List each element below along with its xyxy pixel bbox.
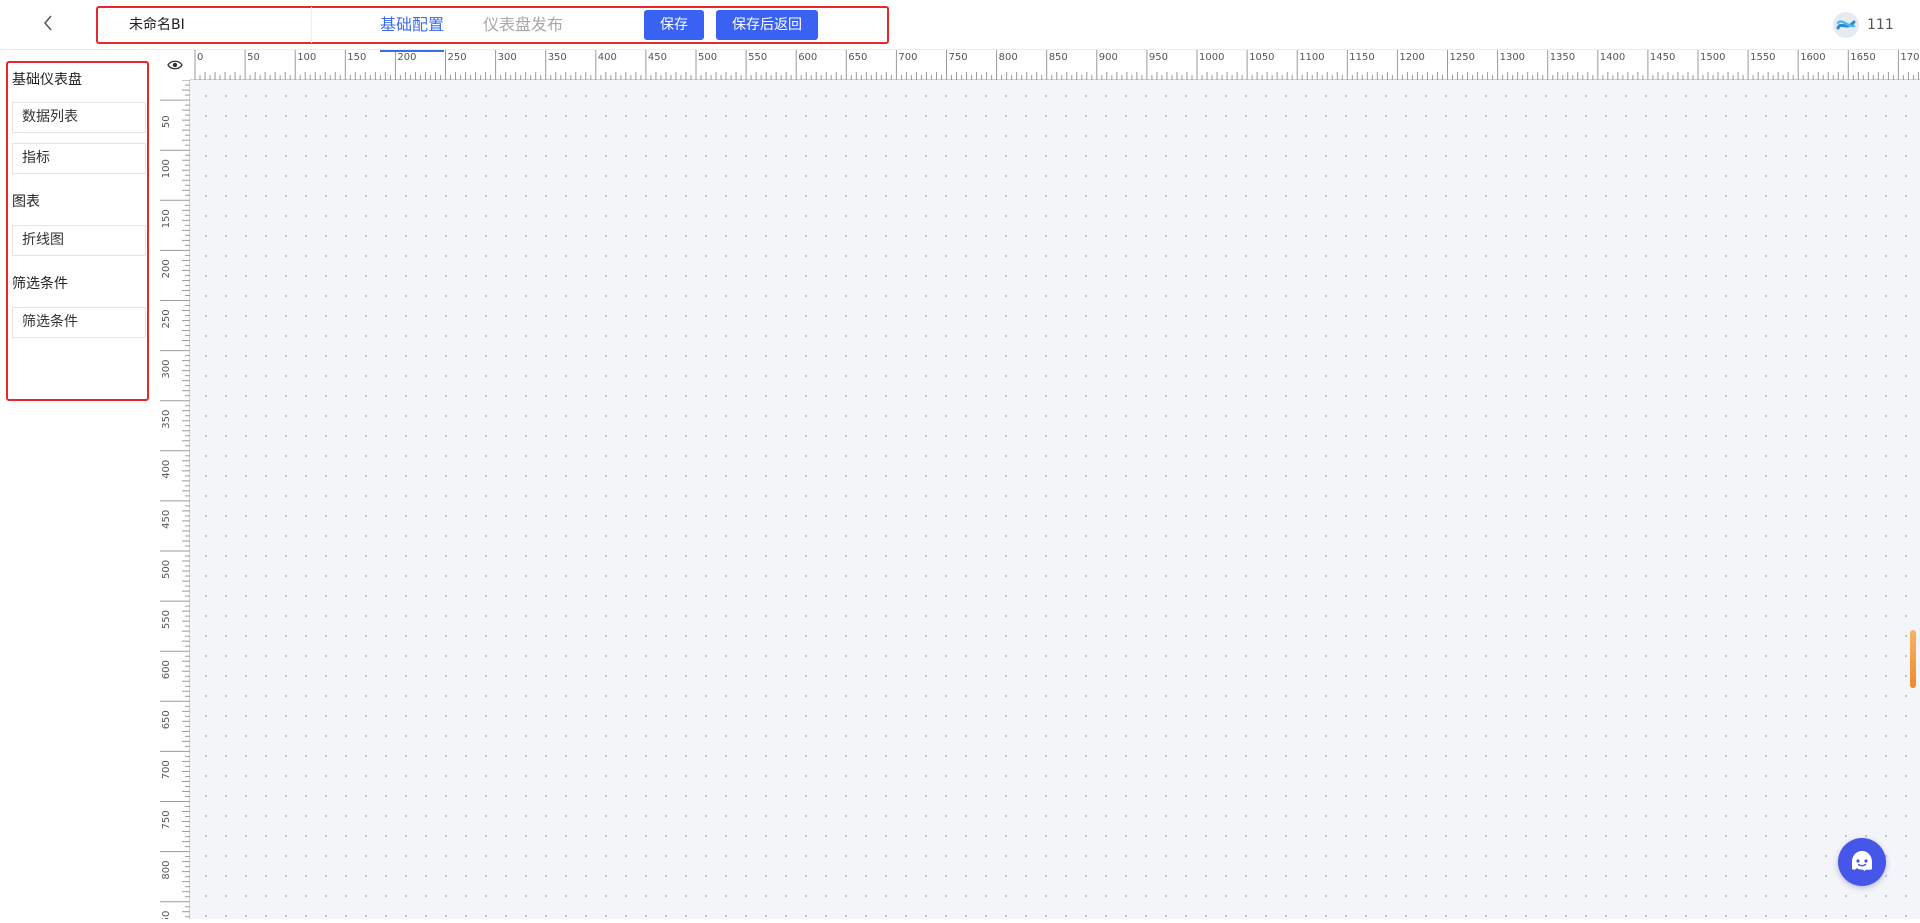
ruler-h-selection-indicator bbox=[380, 50, 444, 52]
ruler-h-label: 1350 bbox=[1550, 52, 1575, 63]
ruler-h-label: 700 bbox=[898, 52, 917, 63]
ruler-h-label: 0 bbox=[197, 52, 203, 63]
group-title-filter: 筛选条件 bbox=[12, 276, 68, 292]
ruler-v-label: 650 bbox=[161, 710, 172, 729]
ruler-h-label: 1600 bbox=[1800, 52, 1825, 63]
ruler-h-label: 1700 bbox=[1900, 52, 1920, 63]
ruler-h-label: 500 bbox=[698, 52, 717, 63]
customer-service-button[interactable] bbox=[1838, 838, 1886, 886]
ruler-v-label: 600 bbox=[161, 660, 172, 679]
ruler-h-label: 550 bbox=[748, 52, 767, 63]
save-and-return-button[interactable]: 保存后返回 bbox=[716, 10, 818, 40]
tab-basic-config[interactable]: 基础配置 bbox=[380, 12, 444, 38]
ruler-h-label: 150 bbox=[347, 52, 366, 63]
ruler-h-label: 950 bbox=[1149, 52, 1168, 63]
ruler-h-label: 1400 bbox=[1600, 52, 1625, 63]
horizontal-ruler-scale: 0 50 100 150 200 250 300 350 400 450 500 550 600 650 7… bbox=[194, 50, 1920, 80]
ruler-h-label: 900 bbox=[1099, 52, 1118, 63]
ruler-h-label: 1000 bbox=[1199, 52, 1224, 63]
ruler-h-label: 1650 bbox=[1850, 52, 1875, 63]
ruler-v-label: 250 bbox=[161, 309, 172, 328]
ruler-h-label: 50 bbox=[247, 52, 260, 63]
group-title-chart: 图表 bbox=[12, 194, 40, 210]
ruler-v-label: 550 bbox=[161, 610, 172, 629]
back-button[interactable] bbox=[38, 12, 58, 34]
ruler-h-label: 1250 bbox=[1450, 52, 1475, 63]
ruler-h-label: 750 bbox=[949, 52, 968, 63]
ruler-v-label: 50 bbox=[161, 115, 172, 128]
chevron-left-icon bbox=[44, 15, 52, 31]
ruler-h-label: 250 bbox=[448, 52, 467, 63]
ruler-h-label: 350 bbox=[548, 52, 567, 63]
dashboard-title-input[interactable]: 未命名BI bbox=[112, 7, 312, 43]
toggle-visibility-button[interactable] bbox=[160, 50, 190, 80]
component-sidebar: 基础仪表盘 数据列表 指标 图表 折线图 筛选条件 筛选条件 bbox=[0, 50, 158, 919]
avatar-logo-icon bbox=[1833, 12, 1859, 38]
ruler-h-label: 1450 bbox=[1650, 52, 1675, 63]
ruler-v-label: 300 bbox=[161, 360, 172, 379]
ruler-v-label: 150 bbox=[161, 209, 172, 228]
ruler-h-label: 1550 bbox=[1750, 52, 1775, 63]
user-name: 111 bbox=[1867, 17, 1894, 33]
sidebar-item-metric[interactable]: 指标 bbox=[12, 143, 146, 174]
vertical-ruler: 50 100 150 200 250 300 350 400 450 500 550 600 650 70… bbox=[160, 79, 190, 923]
ruler-v-label: 200 bbox=[161, 259, 172, 278]
ruler-h-label: 200 bbox=[397, 52, 416, 63]
dashboard-canvas[interactable] bbox=[190, 80, 1920, 919]
ruler-h-label: 400 bbox=[598, 52, 617, 63]
user-menu[interactable]: 111 bbox=[1832, 11, 1894, 39]
ruler-v-label: 850 bbox=[161, 911, 172, 919]
sidebar-item-filter[interactable]: 筛选条件 bbox=[12, 307, 146, 338]
ruler-h-label: 1050 bbox=[1249, 52, 1274, 63]
sidebar-item-line-chart[interactable]: 折线图 bbox=[12, 225, 146, 256]
ruler-h-label: 1500 bbox=[1700, 52, 1725, 63]
ruler-v-label: 700 bbox=[161, 760, 172, 779]
ruler-h-label: 800 bbox=[999, 52, 1018, 63]
vertical-ruler-scale: 50 100 150 200 250 300 350 400 450 500 550 600 650 70… bbox=[160, 79, 190, 923]
ruler-v-label: 350 bbox=[161, 410, 172, 429]
ruler-v-label: 100 bbox=[161, 159, 172, 178]
ruler-v-label: 400 bbox=[161, 460, 172, 479]
ruler-h-label: 100 bbox=[297, 52, 316, 63]
save-button[interactable]: 保存 bbox=[644, 10, 704, 40]
sidebar-item-data-list[interactable]: 数据列表 bbox=[12, 102, 146, 133]
ruler-h-label: 450 bbox=[648, 52, 667, 63]
ruler-h-label: 600 bbox=[798, 52, 817, 63]
ruler-v-label: 800 bbox=[161, 861, 172, 880]
ruler-h-label: 300 bbox=[498, 52, 517, 63]
ruler-h-label: 850 bbox=[1049, 52, 1068, 63]
ruler-h-label: 1300 bbox=[1500, 52, 1525, 63]
customer-service-icon bbox=[1852, 851, 1872, 871]
group-title-basic-dashboard: 基础仪表盘 bbox=[12, 72, 82, 88]
ruler-h-label: 1100 bbox=[1299, 52, 1324, 63]
canvas-scroll-handle[interactable] bbox=[1910, 630, 1916, 688]
ruler-h-label: 1150 bbox=[1349, 52, 1374, 63]
ruler-v-label: 750 bbox=[161, 810, 172, 829]
ruler-v-label: 450 bbox=[161, 510, 172, 529]
eye-icon bbox=[167, 60, 183, 70]
ruler-h-label: 1200 bbox=[1399, 52, 1424, 63]
ruler-h-label: 650 bbox=[848, 52, 867, 63]
top-header: 未命名BI 基础配置 仪表盘发布 保存 保存后返回 111 bbox=[0, 0, 1920, 50]
ruler-v-label: 500 bbox=[161, 560, 172, 579]
horizontal-ruler: 0 50 100 150 200 250 300 350 400 450 500 550 600 650 7… bbox=[190, 50, 1920, 80]
tab-dashboard-publish[interactable]: 仪表盘发布 bbox=[483, 12, 563, 38]
